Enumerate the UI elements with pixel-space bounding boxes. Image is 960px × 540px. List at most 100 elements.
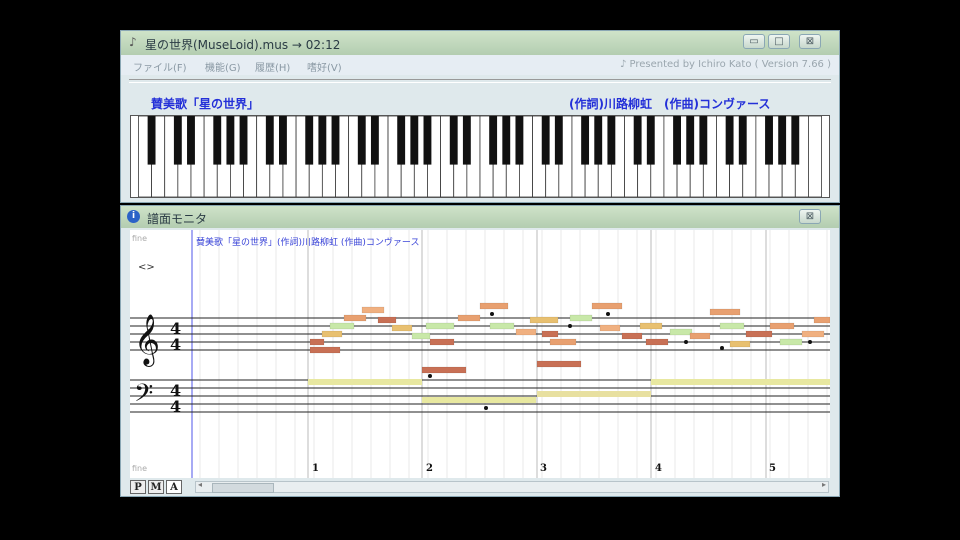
note-bar: [425, 322, 455, 330]
note-marker: [428, 374, 432, 378]
maximize-button[interactable]: □: [768, 34, 790, 49]
menu-function[interactable]: 機能(G): [205, 59, 241, 74]
piano-black-key: [370, 116, 379, 165]
note-bar: [421, 366, 467, 374]
piano-black-key: [502, 116, 511, 165]
close-button[interactable]: ⊠: [799, 34, 821, 49]
scroll-right-icon[interactable]: ▸: [822, 480, 826, 489]
app-icon: ♪: [129, 35, 137, 49]
song-author: (作詞)川路柳虹 (作曲)コンヴァース: [569, 97, 771, 111]
score-monitor-window: i 譜面モニタ ⊠ 𝄞 𝄢 4 4 4 4 賛美歌「星の世界」(作詞)川路柳虹 (作曲)コ…: [120, 205, 840, 497]
note-bar: [343, 314, 367, 322]
piano-black-key: [581, 116, 590, 165]
piano-white-key: [808, 116, 822, 197]
bass-note-bar: [308, 379, 422, 385]
note-bar: [361, 306, 385, 314]
tab-p[interactable]: P: [130, 480, 146, 494]
piano-keyboard[interactable]: [130, 115, 830, 198]
piano-black-key: [489, 116, 498, 165]
note-bar: [689, 332, 711, 340]
note-marker: [606, 312, 610, 316]
note-bar: [541, 330, 559, 338]
note-bar: [321, 330, 343, 338]
note-bar: [729, 340, 751, 348]
bass-note-bar: [422, 397, 536, 403]
note-bar: [309, 338, 325, 346]
minimize-button[interactable]: ▭: [743, 34, 765, 49]
piano-black-key: [331, 116, 340, 165]
piano-black-key: [213, 116, 222, 165]
menu-file[interactable]: ファイル(F): [133, 59, 187, 74]
measure-number: 3: [540, 463, 547, 474]
note-bar: [411, 332, 431, 340]
note-bar: [745, 330, 773, 338]
measure-number: 4: [655, 463, 662, 474]
note-bar: [429, 338, 455, 346]
note-marker: [684, 340, 688, 344]
note-bar: [719, 322, 745, 330]
tab-m[interactable]: M: [148, 480, 164, 494]
note-marker: [568, 324, 572, 328]
tab-a[interactable]: A: [166, 480, 182, 494]
piano-black-key: [173, 116, 182, 165]
note-bar: [709, 308, 741, 316]
piano-black-key: [226, 116, 235, 165]
piano-black-key: [515, 116, 524, 165]
piano-black-key: [699, 116, 708, 165]
menu-history[interactable]: 履歴(H): [255, 59, 290, 74]
note-bar: [769, 322, 795, 330]
menu-preference[interactable]: 嗜好(V): [307, 59, 342, 74]
note-bar: [515, 328, 537, 336]
score-title-bar[interactable]: i 譜面モニタ ⊠: [121, 206, 839, 228]
treble-clef-icon: 𝄞: [134, 314, 160, 367]
time-signature-digit: 4: [170, 335, 181, 354]
note-bar: [569, 314, 593, 322]
measure-number: 2: [426, 463, 433, 474]
score-close-button[interactable]: ⊠: [799, 209, 821, 224]
bass-clef-icon: 𝄢: [134, 379, 153, 414]
note-bar: [377, 316, 397, 324]
score-canvas: 𝄞𝄢4444: [130, 230, 830, 478]
piano-black-key: [239, 116, 248, 165]
piano-black-key: [646, 116, 655, 165]
menu-bar: ファイル(F) 機能(G) 履歴(H) 嗜好(V) ♪ Presented by…: [121, 55, 839, 75]
piano-black-key: [357, 116, 366, 165]
piano-black-key: [725, 116, 734, 165]
measure-number: 5: [769, 463, 776, 474]
piano-black-key: [607, 116, 616, 165]
piano-black-key: [449, 116, 458, 165]
note-bar: [621, 332, 643, 340]
bass-note-bar: [651, 379, 830, 385]
bottom-fine-label: fine: [132, 464, 148, 473]
note-bar: [529, 316, 559, 324]
note-bar: [479, 302, 509, 310]
separator: [129, 79, 831, 83]
piano-black-key: [541, 116, 550, 165]
note-bar: [801, 330, 825, 338]
horizontal-scrollbar[interactable]: ◂ ▸: [195, 480, 829, 493]
piano-black-key: [633, 116, 642, 165]
scroll-thumb[interactable]: [212, 483, 274, 493]
main-window: ♪ 星の世界(MuseLoid).mus → 02:12 ▭ □ ⊠ ファイル(…: [120, 30, 840, 203]
note-bar: [309, 346, 341, 354]
info-icon: i: [127, 210, 140, 223]
time-signature-digit: 4: [170, 397, 181, 416]
note-bar: [549, 338, 577, 346]
title-bar[interactable]: ♪ 星の世界(MuseLoid).mus → 02:12 ▭ □ ⊠: [121, 31, 839, 55]
credits-text: ♪ Presented by Ichiro Kato ( Version 7.6…: [619, 59, 831, 70]
piano-black-key: [673, 116, 681, 165]
note-bar: [457, 314, 481, 322]
piano-black-key: [554, 116, 563, 165]
note-bar: [645, 338, 669, 346]
note-marker: [720, 346, 724, 350]
score-view[interactable]: 𝄞 𝄢 4 4 4 4 賛美歌「星の世界」(作詞)川路柳虹 (作曲)コンヴァース fine…: [130, 230, 830, 478]
note-bar: [779, 338, 803, 346]
note-bar: [639, 322, 663, 330]
piano-black-key: [318, 116, 327, 165]
scroll-left-icon[interactable]: ◂: [198, 480, 202, 489]
piano-black-key: [187, 116, 195, 165]
note-bar: [813, 316, 830, 324]
piano-black-key: [462, 116, 471, 165]
measure-number: 1: [312, 463, 319, 474]
note-marker: [808, 340, 812, 344]
